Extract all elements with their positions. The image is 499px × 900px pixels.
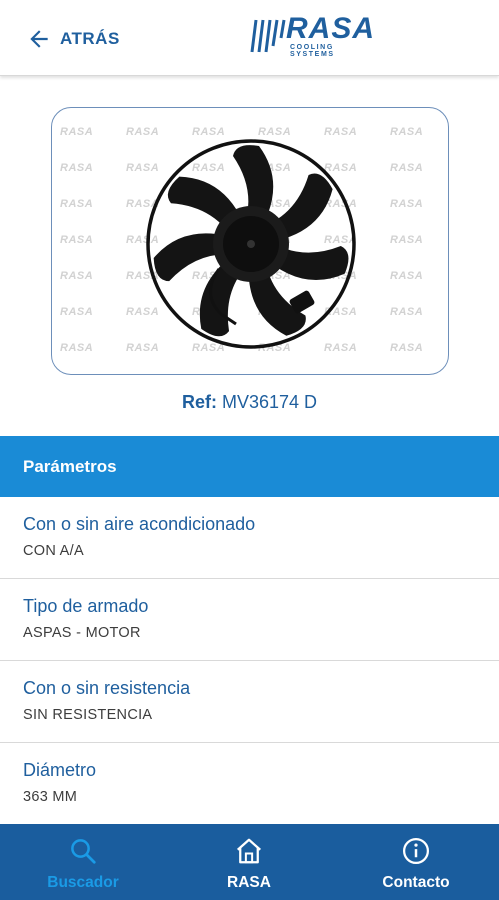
ref-label: Ref: [181,392,217,412]
param-title: Tipo de armado [23,596,149,616]
info-icon [403,838,429,864]
app-header: ATRÁS RASA COOLING SYSTEMS [0,0,499,76]
param-title: Diámetro [23,760,97,780]
param-assembly-type: Tipo de armado ASPAS - MOTOR [0,579,499,661]
param-resistance: Con o sin resistencia SIN RESISTENCIA [0,661,499,743]
watermark-text: RASA [60,306,94,318]
ref-value: MV36174 D [221,392,318,412]
nav-label: RASA [227,874,271,891]
watermark-text: RASA [390,270,424,282]
product-reference: Ref: MV36174 D [0,392,499,413]
param-air-conditioning: Con o sin aire acondicionado CON A/A [0,497,499,579]
home-icon [237,838,261,864]
watermark-text: RASA [390,234,424,246]
search-icon [71,839,96,864]
watermark-text: RASA [390,342,424,354]
section-header: Parámetros [0,436,499,497]
logo-stripes-icon [250,19,286,53]
nav-item-contacto[interactable]: Contacto [333,824,499,900]
rasa-logo: RASA COOLING SYSTEMS [250,12,380,64]
nav-label: Contacto [382,874,450,891]
param-value: 363 MM [23,789,78,805]
watermark-text: RASA [390,198,424,210]
param-diameter: Diámetro 363 MM [0,743,499,825]
logo-wordmark: RASA [286,12,376,45]
nav-label: Buscador [47,874,119,891]
watermark-text: RASA [60,270,94,282]
param-value: ASPAS - MOTOR [23,625,141,641]
bottom-navigation: Buscador RASA Contacto [0,824,499,900]
watermark-text: RASA [390,126,424,138]
back-button[interactable]: ATRÁS [26,24,120,54]
param-value: CON A/A [23,543,84,559]
param-title: Con o sin resistencia [23,678,191,698]
watermark-text: RASA [390,306,424,318]
param-value: SIN RESISTENCIA [23,707,153,723]
watermark-text: RASA [60,198,94,210]
watermark-text: RASA [390,162,424,174]
param-title: Con o sin aire acondicionado [23,514,256,534]
logo-subtitle: COOLING SYSTEMS [290,44,335,58]
fan-image [146,139,356,349]
back-label: ATRÁS [60,29,120,48]
product-image: RASA RASA RASA RASA RASA RASA RASA RASA RASA RASA… [51,107,449,375]
watermark-text: RASA [60,126,94,138]
watermark-text: RASA [60,162,94,174]
arrow-left-icon [30,30,48,48]
watermark-text: RASA [60,342,94,354]
nav-item-buscador[interactable]: Buscador [0,824,166,900]
watermark-text: RASA [60,234,94,246]
nav-item-rasa[interactable]: RASA [166,824,332,900]
